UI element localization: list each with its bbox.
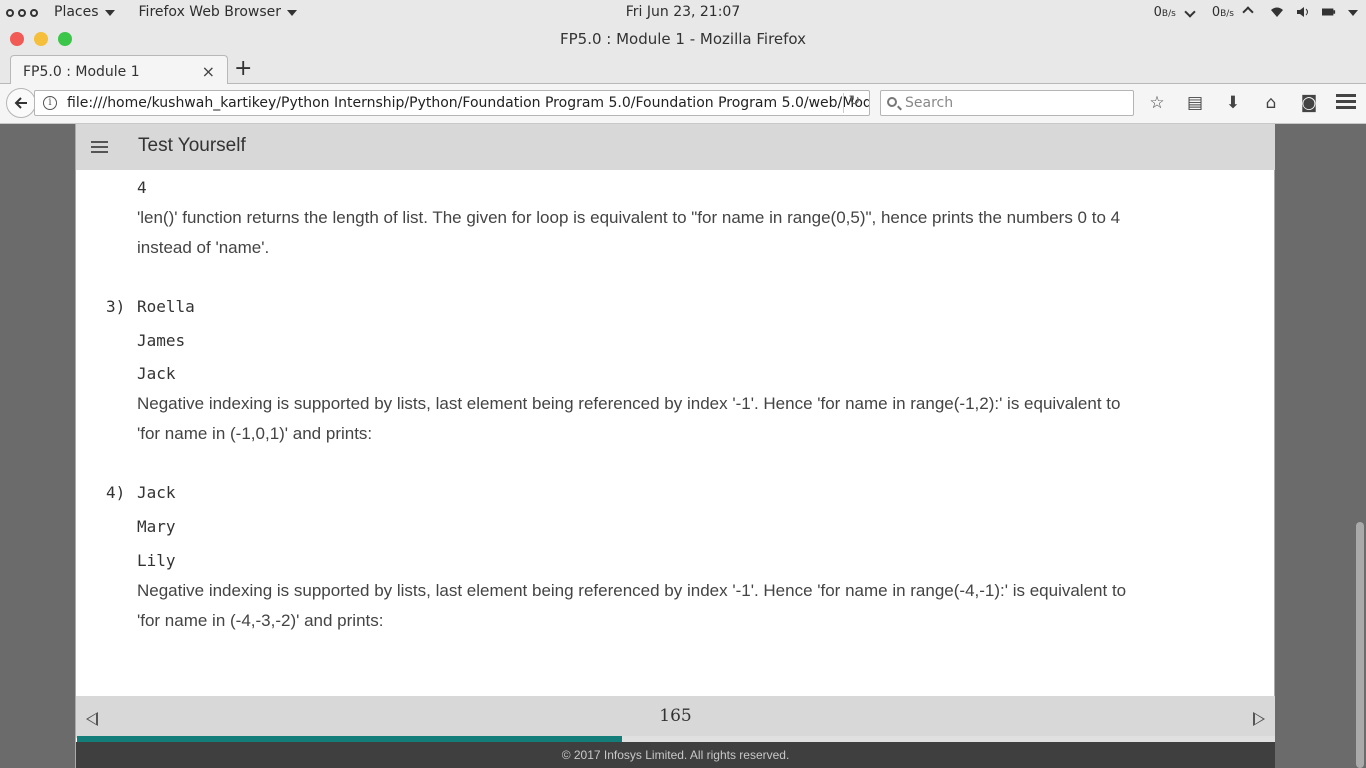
answer-4-number: 4): [106, 483, 126, 502]
answer-3-explanation: Negative indexing is supported by lists,…: [137, 394, 1121, 443]
downloads-icon[interactable]: ⬇: [1222, 92, 1244, 114]
answers-content: 4 'len()' function returns the length of…: [76, 170, 1275, 696]
wifi-icon[interactable]: [1270, 6, 1284, 18]
page-footer: 165: [76, 696, 1275, 738]
navigation-toolbar: i file:///home/kushwah_kartikey/Python I…: [0, 84, 1366, 124]
search-placeholder: Search: [905, 95, 954, 111]
activities-icon[interactable]: [6, 9, 38, 17]
system-top-bar: Places Firefox Web Browser Fri Jun 23, 2…: [0, 0, 1366, 26]
answer-2-output-line: 4: [137, 178, 147, 197]
answer-4-output-line: Mary: [137, 517, 176, 536]
search-input[interactable]: Search: [880, 90, 1134, 116]
app-menu-label: Firefox Web Browser: [138, 4, 282, 20]
net-up-value: 0: [1211, 5, 1221, 20]
places-menu[interactable]: Places: [54, 4, 115, 20]
app-menu[interactable]: Firefox Web Browser: [139, 4, 298, 20]
answer-3-number: 3): [106, 297, 126, 316]
tab-bar: FP5.0 : Module 1 × +: [0, 52, 1366, 85]
copyright-footer: © 2017 Infosys Limited. All rights reser…: [76, 742, 1275, 768]
answer-3-output-line: James: [137, 331, 186, 350]
download-arrow-icon: [1184, 5, 1196, 18]
upload-arrow-icon: [1242, 6, 1254, 18]
places-label: Places: [54, 4, 99, 20]
bookmark-star-icon[interactable]: ☆: [1146, 92, 1168, 114]
net-down-value: 0: [1153, 4, 1162, 20]
back-button[interactable]: [6, 88, 36, 118]
window-minimize-button[interactable]: [34, 32, 48, 46]
answer-4-output-line: Lily: [137, 551, 176, 570]
volume-icon[interactable]: [1296, 6, 1310, 18]
new-tab-button[interactable]: +: [234, 56, 252, 81]
battery-icon[interactable]: [1322, 6, 1336, 18]
answer-4-explanation: Negative indexing is supported by lists,…: [137, 581, 1127, 630]
caret-down-icon: [104, 10, 115, 16]
hamburger-menu-icon[interactable]: [91, 141, 108, 156]
window-title: FP5.0 : Module 1 - Mozilla Firefox: [559, 30, 807, 48]
close-tab-icon[interactable]: ×: [202, 62, 215, 81]
answer-4-output-line: Jack: [137, 483, 176, 502]
caret-down-icon: [287, 10, 298, 16]
next-page-icon[interactable]: [1253, 712, 1265, 726]
net-up-unit: B/s: [1220, 9, 1234, 19]
window-titlebar: FP5.0 : Module 1 - Mozilla Firefox: [0, 26, 1366, 52]
site-info-icon[interactable]: i: [43, 96, 57, 110]
page-header: Test Yourself: [76, 124, 1275, 170]
open-menu-icon[interactable]: [1336, 94, 1356, 112]
reading-list-icon[interactable]: ▤: [1184, 92, 1206, 114]
net-down-indicator: 0 B/s: [1154, 5, 1200, 20]
pocket-icon[interactable]: ◙: [1298, 92, 1320, 114]
page-number: 165: [659, 706, 692, 726]
answer-2-explanation: 'len()' function returns the length of l…: [137, 208, 1121, 257]
scrollbar-thumb[interactable]: [1356, 522, 1364, 768]
url-bar[interactable]: i file:///home/kushwah_kartikey/Python I…: [34, 90, 870, 116]
url-text: file:///home/kushwah_kartikey/Python Int…: [67, 95, 870, 111]
tab-module-1[interactable]: FP5.0 : Module 1 ×: [10, 55, 228, 85]
home-icon[interactable]: ⌂: [1260, 92, 1282, 114]
window-close-button[interactable]: [10, 32, 24, 46]
answer-3-output-line: Jack: [137, 364, 176, 383]
reload-icon[interactable]: ↻: [843, 93, 865, 113]
net-up-indicator: 0 B/s: [1212, 4, 1258, 20]
search-icon: [887, 97, 897, 107]
system-menu-caret-icon[interactable]: [1348, 10, 1358, 16]
net-down-unit: B/s: [1161, 8, 1176, 19]
back-arrow-icon: [14, 97, 27, 109]
tab-label: FP5.0 : Module 1: [23, 64, 140, 80]
answer-3-output-line: Roella: [137, 297, 195, 316]
page-scrollbar[interactable]: [1354, 124, 1366, 768]
page-title: Test Yourself: [138, 135, 246, 156]
window-maximize-button[interactable]: [58, 32, 72, 46]
course-page: Test Yourself 4 'len()' function returns…: [75, 124, 1275, 768]
